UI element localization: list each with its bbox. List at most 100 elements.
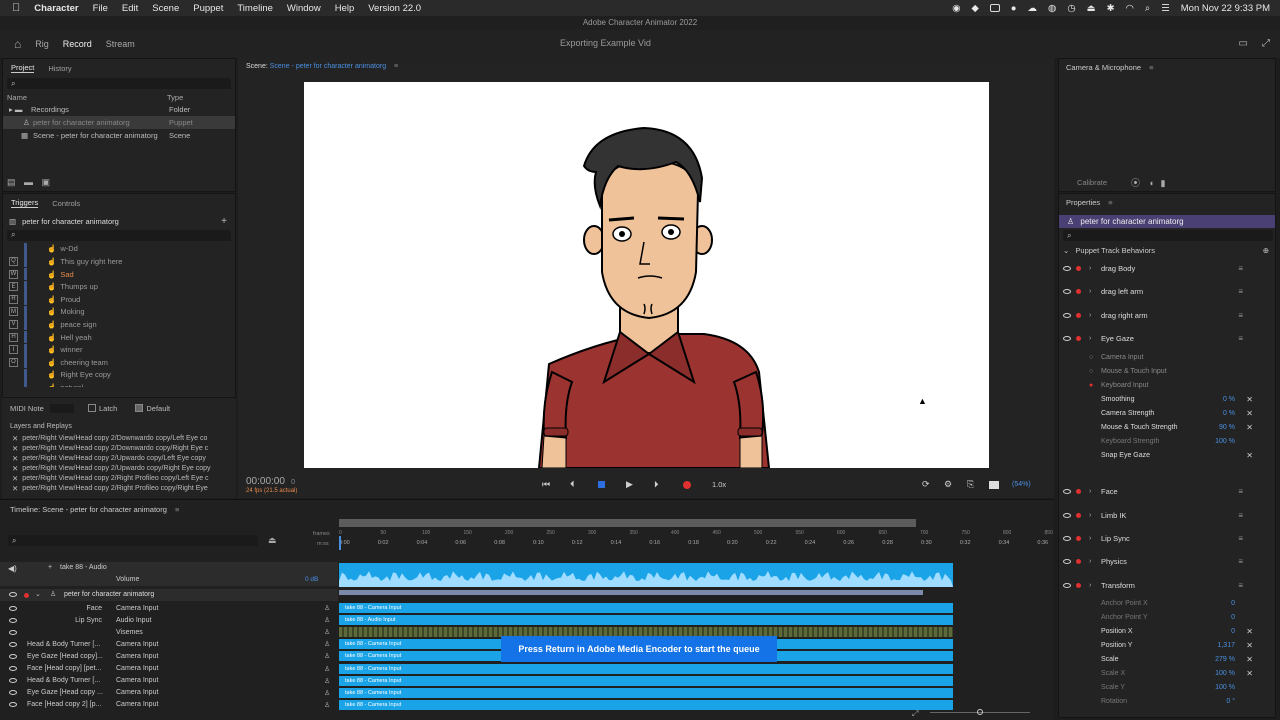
- list-item[interactable]: E ☝ Thumps up: [3, 280, 235, 293]
- input-row[interactable]: ○ Camera Input: [1059, 350, 1275, 364]
- input-icon[interactable]: ♙: [324, 689, 330, 697]
- camera-clip[interactable]: take 88 - Audio Input: [339, 615, 953, 626]
- param-row[interactable]: Anchor Point X 0: [1059, 597, 1275, 611]
- list-item[interactable]: H ☝ Hell yeah: [3, 331, 235, 344]
- eye-icon[interactable]: [9, 605, 17, 611]
- menu-icon[interactable]: ≡: [1238, 334, 1243, 343]
- properties-search[interactable]: ⌕: [1063, 230, 1273, 241]
- behavior-row[interactable]: › drag left arm ≡: [1059, 280, 1275, 303]
- behaviors-section[interactable]: Puppet Track Behaviors: [1075, 246, 1155, 255]
- reset-icon[interactable]: ✕: [1246, 395, 1253, 404]
- timeline-search[interactable]: ⌕: [8, 535, 258, 546]
- trigger-key[interactable]: R: [9, 294, 18, 304]
- track-row[interactable]: Face Camera Input ♙ take 88 - Camera Input: [0, 602, 1054, 614]
- menu-icon[interactable]: ≡: [1238, 264, 1243, 273]
- menu-scene[interactable]: Scene: [152, 3, 179, 14]
- step-back-icon[interactable]: ⏴: [570, 479, 575, 490]
- eye-icon[interactable]: [9, 653, 17, 659]
- input-icon[interactable]: ♙: [324, 628, 330, 636]
- record-arm-icon[interactable]: [1076, 266, 1081, 272]
- chevron-right-icon[interactable]: ›: [1089, 265, 1091, 272]
- dropbox-icon[interactable]: ◆: [971, 3, 978, 14]
- trigger-key[interactable]: O: [9, 357, 18, 367]
- param-value[interactable]: 100 %: [1215, 670, 1235, 677]
- eye-icon[interactable]: [9, 641, 17, 647]
- list-item[interactable]: ✕ peter/Right View/Head copy 2/Right Prof…: [2, 483, 236, 493]
- chat-icon[interactable]: ▭: [1239, 38, 1248, 49]
- trigger-key[interactable]: W: [9, 269, 18, 279]
- param-value[interactable]: 1,317: [1217, 642, 1235, 649]
- col-name[interactable]: Name: [7, 93, 167, 102]
- speaker-icon[interactable]: ◀): [8, 564, 17, 573]
- audio-clip[interactable]: [339, 563, 953, 587]
- input-icon[interactable]: ♙: [324, 640, 330, 648]
- circle-icon[interactable]: ●: [1011, 3, 1017, 14]
- menu-icon[interactable]: ≡: [1238, 287, 1243, 296]
- search-icon[interactable]: ⌕: [1145, 3, 1150, 14]
- param-row[interactable]: Mouse & Touch Strength 90 % ✕: [1059, 420, 1275, 434]
- list-item[interactable]: Q ☝ This guy right here: [3, 255, 235, 268]
- control-center-icon[interactable]: ☰: [1161, 3, 1170, 14]
- step-forward-icon[interactable]: ⏵: [654, 479, 659, 490]
- behavior-row[interactable]: › Transform ≡: [1059, 573, 1275, 596]
- radio-icon[interactable]: ●: [1089, 382, 1093, 389]
- list-item[interactable]: ✕ peter/Right View/Head copy 2/Right Prof…: [2, 473, 236, 483]
- refresh-icon[interactable]: ⟳: [922, 479, 930, 490]
- reset-icon[interactable]: ✕: [1246, 641, 1253, 650]
- list-item[interactable]: M ☝ Moking: [3, 305, 235, 319]
- behavior-row[interactable]: › drag right arm ≡: [1059, 304, 1275, 327]
- trigger-key[interactable]: Q: [9, 256, 18, 266]
- input-row[interactable]: ● Keyboard Input: [1059, 378, 1275, 392]
- param-value[interactable]: 0: [1231, 600, 1235, 607]
- list-item[interactable]: ▦ Scene - peter for character animatorg …: [3, 129, 235, 142]
- chevron-right-icon[interactable]: ›: [1089, 535, 1091, 542]
- calibrate-button[interactable]: Calibrate: [1077, 178, 1107, 187]
- go-to-start-icon[interactable]: ⏮: [542, 479, 550, 490]
- close-icon[interactable]: ✕: [12, 434, 18, 443]
- param-value[interactable]: 90 %: [1219, 424, 1235, 431]
- eye-icon[interactable]: [9, 678, 17, 684]
- reset-icon[interactable]: ✕: [1246, 655, 1253, 664]
- tab-controls[interactable]: Controls: [52, 199, 80, 208]
- close-icon[interactable]: ✕: [12, 484, 18, 493]
- eye-icon[interactable]: [1063, 535, 1071, 541]
- list-item[interactable]: ☝ w-Dd: [3, 242, 235, 256]
- behavior-row[interactable]: › Face ≡: [1059, 480, 1275, 503]
- record-icon[interactable]: ◉: [952, 3, 960, 14]
- param-row[interactable]: Position X 0 ✕: [1059, 625, 1275, 639]
- add-trigger-button[interactable]: +: [221, 216, 227, 227]
- record-arm-icon[interactable]: [1076, 489, 1081, 495]
- tab-stream[interactable]: Stream: [106, 39, 135, 49]
- behavior-row[interactable]: › Physics ≡: [1059, 550, 1275, 573]
- expand-icon[interactable]: +: [48, 564, 52, 571]
- param-row[interactable]: Smoothing 0 % ✕: [1059, 392, 1275, 406]
- list-item[interactable]: I ☝ winner: [3, 343, 235, 356]
- param-value[interactable]: 0: [1231, 628, 1235, 635]
- list-item[interactable]: ✕ peter/Right View/Head copy 2/Upwardo co…: [2, 463, 236, 473]
- menu-app[interactable]: Character: [34, 3, 78, 14]
- panel-menu-icon[interactable]: ≡: [175, 505, 179, 514]
- default-checkbox[interactable]: [135, 404, 144, 413]
- background-toggle[interactable]: [989, 481, 999, 489]
- param-value[interactable]: 0: [1231, 614, 1235, 621]
- eye-icon[interactable]: [1063, 312, 1071, 318]
- mic-icon[interactable]: ◖: [1149, 178, 1154, 188]
- add-behavior-icon[interactable]: ⊕: [1263, 246, 1269, 255]
- camera-clip[interactable]: take 88 - Camera Input: [339, 663, 953, 674]
- wifi-icon[interactable]: ◠: [1126, 3, 1134, 14]
- input-icon[interactable]: ♙: [324, 616, 330, 624]
- input-icon[interactable]: ♙: [324, 652, 330, 660]
- camera-clip[interactable]: take 88 - Camera Input: [339, 699, 953, 710]
- list-item[interactable]: ☝ natural: [3, 381, 235, 387]
- list-item[interactable]: ✕ peter/Right View/Head copy 2/Upwardo co…: [2, 453, 236, 463]
- close-icon[interactable]: ✕: [12, 474, 18, 483]
- list-item[interactable]: R ☝ Proud: [3, 293, 235, 306]
- param-value[interactable]: 100 %: [1215, 684, 1235, 691]
- clock[interactable]: Mon Nov 22 9:33 PM: [1181, 3, 1270, 14]
- timeline-options-icon[interactable]: ⏏: [268, 535, 277, 546]
- reset-icon[interactable]: ✕: [1246, 409, 1253, 418]
- param-value[interactable]: 100 %: [1215, 438, 1235, 445]
- latch-checkbox[interactable]: [88, 404, 96, 413]
- menu-icon[interactable]: ≡: [1238, 311, 1243, 320]
- volume-value[interactable]: 0 dB: [305, 576, 318, 583]
